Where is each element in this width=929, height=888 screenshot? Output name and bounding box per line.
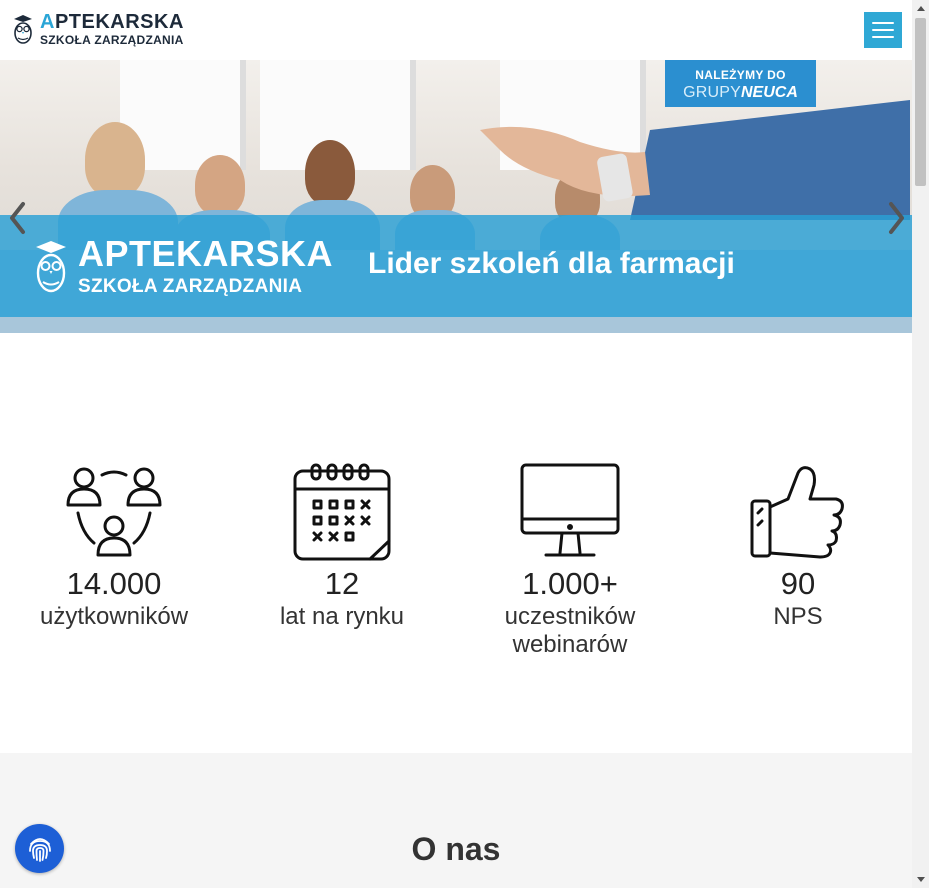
logo-initial: A (40, 11, 55, 33)
scroll-up-button[interactable] (912, 0, 929, 17)
badge-line2-thin: GRUPY (683, 84, 741, 101)
stat-number: 12 (324, 566, 360, 601)
slider-next-button[interactable] (882, 198, 912, 238)
arrow-up-icon (916, 6, 925, 11)
site-header: APTEKARSKA SZKOŁA ZARZĄDZANIA (0, 0, 912, 61)
about-title: O nas (411, 831, 501, 867)
site-logo[interactable]: APTEKARSKA SZKOŁA ZARZĄDZANIA (12, 12, 184, 46)
privacy-settings-button[interactable] (15, 824, 64, 873)
users-icon (66, 467, 162, 557)
badge-line1: NALEŻYMY DO (695, 68, 786, 82)
stat-number: 14.000 (66, 566, 162, 601)
page-scrollbar[interactable] (912, 0, 929, 888)
chevron-right-icon (889, 202, 904, 234)
stats-section: 14.000 użytkowników 12 lat na rynku 1.00… (0, 333, 912, 753)
scroll-thumb[interactable] (915, 18, 926, 186)
stat-years: 12 lat na rynku (228, 463, 456, 631)
hero-logo-main: APTEKARSKA (78, 233, 334, 274)
hero-logo: APTEKARSKA SZKOŁA ZARZĄDZANIA (34, 236, 333, 298)
fingerprint-icon (28, 837, 51, 862)
stat-users: 14.000 użytkowników (0, 463, 228, 631)
hero-tagline: Lider szkoleń dla farmacji (368, 247, 735, 280)
logo-main-text: PTEKARSKA (54, 11, 184, 33)
thumbs-up-icon (750, 466, 844, 559)
menu-toggle-button[interactable] (864, 12, 902, 48)
owl-logo-icon (36, 241, 66, 293)
stat-label: użytkowników (39, 603, 189, 631)
stat-number: 1.000+ (522, 566, 618, 601)
hero-logo-sub: SZKOŁA ZARZĄDZANIA (78, 276, 303, 297)
owl-logo-icon (14, 15, 32, 44)
arrow-down-icon (916, 877, 925, 882)
stat-number: 90 (780, 566, 816, 601)
badge-line2-bold: NEUCA (741, 84, 798, 101)
slider-prev-button[interactable] (2, 198, 32, 238)
stat-webinars: 1.000+ uczestników webinarów (456, 463, 684, 658)
monitor-icon (520, 463, 620, 557)
stat-nps: 90 NPS (684, 463, 912, 631)
logo-subtitle: SZKOŁA ZARZĄDZANIA (40, 33, 184, 47)
neuca-badge[interactable]: NALEŻYMY DO GRUPYNEUCA (665, 60, 816, 107)
stat-label: uczestników webinarów (504, 603, 636, 658)
calendar-icon (293, 463, 391, 561)
hero-slider: NALEŻYMY DO GRUPYNEUCA APTEKARSKA SZKOŁA… (0, 60, 912, 333)
speaker-hand-image (480, 100, 910, 220)
hamburger-icon (872, 22, 894, 24)
stat-label: lat na rynku (279, 603, 405, 631)
about-section: O nas (0, 753, 912, 888)
scroll-down-button[interactable] (912, 871, 929, 888)
chevron-left-icon (10, 202, 25, 234)
stat-label: NPS (773, 603, 823, 631)
